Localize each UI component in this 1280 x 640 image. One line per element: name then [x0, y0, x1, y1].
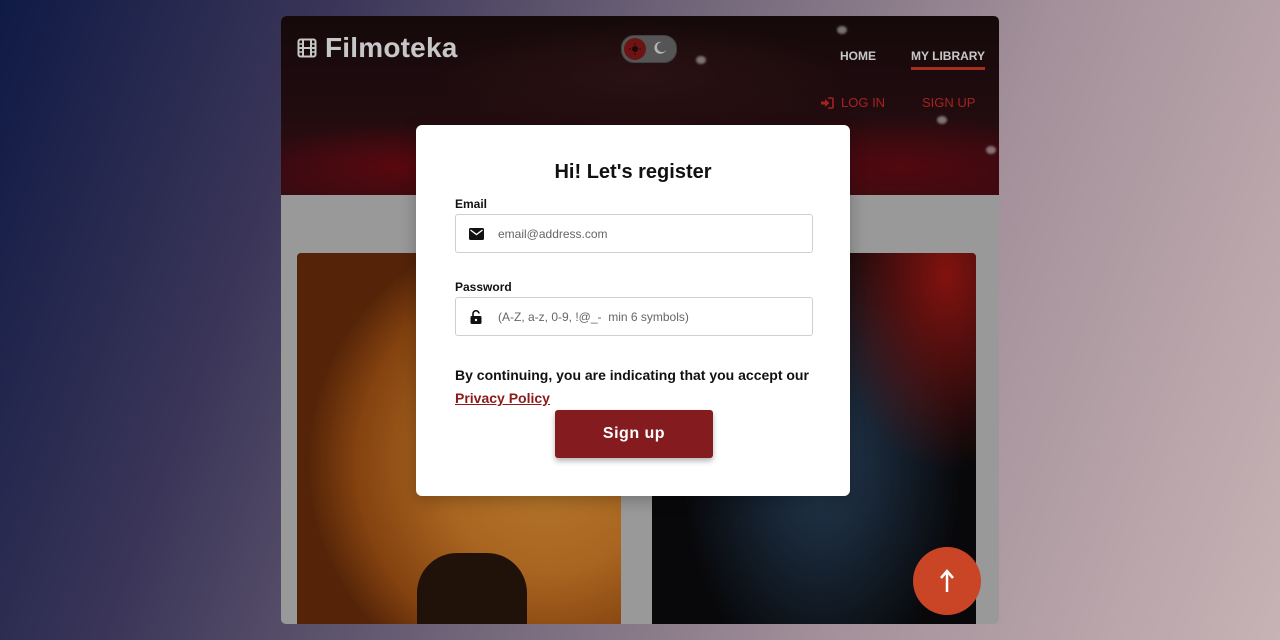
signup-button[interactable]: Sign up — [555, 410, 713, 458]
arrow-up-icon — [940, 569, 954, 592]
register-modal: Hi! Let's register Email Password By con… — [416, 125, 850, 496]
password-input[interactable] — [496, 308, 800, 325]
privacy-policy-link[interactable]: Privacy Policy — [455, 390, 550, 406]
password-label: Password — [455, 280, 512, 294]
envelope-icon — [468, 226, 484, 242]
email-input[interactable] — [496, 225, 800, 242]
email-label: Email — [455, 197, 488, 211]
password-field-wrapper — [455, 297, 813, 336]
scroll-top-button[interactable] — [913, 547, 981, 615]
email-field-wrapper — [455, 214, 813, 253]
unlock-icon — [468, 309, 484, 325]
consent-text: By continuing, you are indicating that y… — [455, 367, 809, 383]
modal-title: Hi! Let's register — [554, 161, 712, 183]
